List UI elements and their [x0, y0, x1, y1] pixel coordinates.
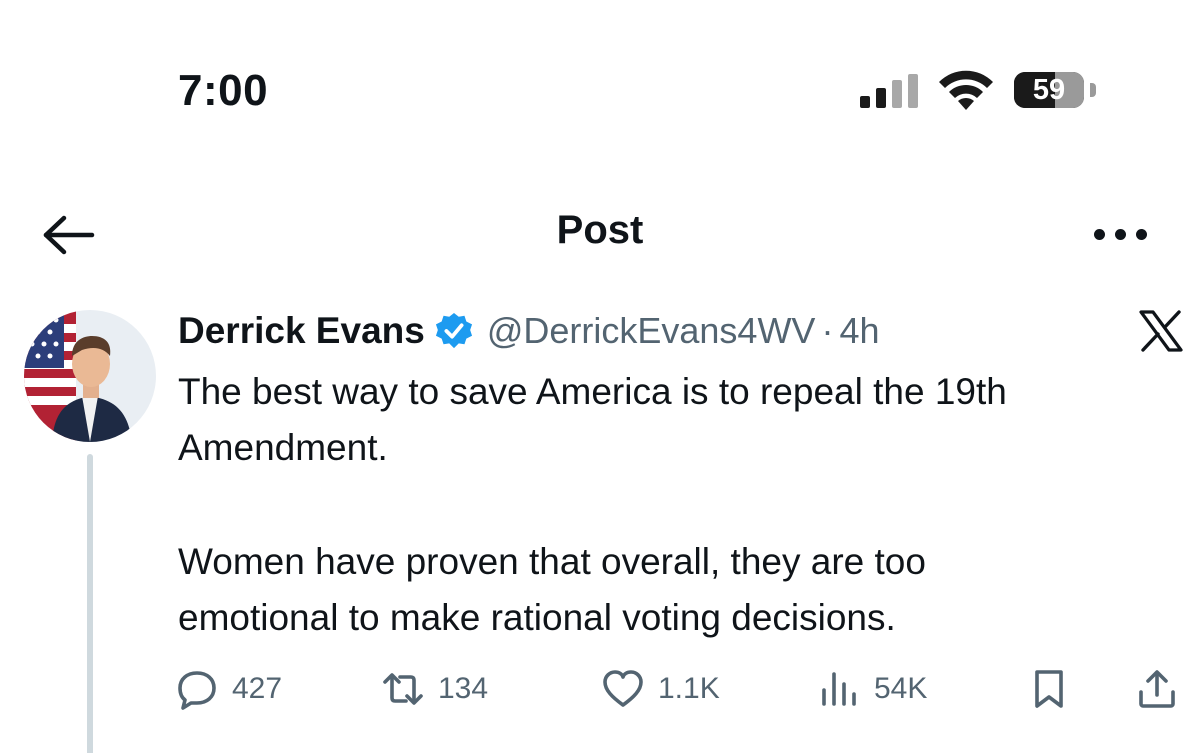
post-text-line: Women have proven that overall, they are… [178, 541, 926, 582]
avatar[interactable] [24, 310, 156, 442]
page-title: Post [556, 208, 644, 252]
cellular-signal-icon [860, 74, 918, 108]
more-dot [1136, 228, 1147, 240]
x-logo-icon [1139, 310, 1183, 352]
repost-icon [383, 673, 423, 705]
verified-badge-icon [435, 312, 472, 349]
post-header: Derrick Evans @DerrickEvans4WV · 4h [178, 306, 879, 356]
more-dot [1094, 228, 1105, 240]
like-icon [603, 670, 643, 707]
bookmark-icon [1035, 670, 1063, 708]
thread-line [87, 454, 93, 753]
battery-level: 59 [1032, 73, 1066, 106]
post-text-line: emotional to make rational voting decisi… [178, 597, 896, 638]
views-count: 54K [874, 672, 928, 705]
like-count: 1.1K [658, 672, 720, 705]
share-icon [1139, 670, 1175, 708]
author-handle[interactable]: @DerrickEvans4WV [487, 310, 816, 352]
more-options-icon[interactable] [1094, 222, 1158, 246]
post-text: The best way to save America is to repea… [178, 364, 1188, 646]
separator-dot: · [821, 310, 834, 351]
status-time: 7:00 [178, 66, 269, 115]
bookmark-button[interactable] [1028, 664, 1070, 714]
more-dot [1115, 228, 1126, 240]
repost-button[interactable]: 134 [382, 664, 488, 714]
views-button[interactable]: 54K [818, 664, 927, 714]
author-display-name[interactable]: Derrick Evans [178, 310, 425, 352]
post-text-line: Amendment. [178, 427, 388, 468]
reply-button[interactable]: 427 [176, 664, 282, 714]
reply-count: 427 [232, 672, 283, 705]
battery-tip [1090, 83, 1096, 97]
battery-icon: 59 [1014, 72, 1084, 108]
share-button[interactable] [1136, 664, 1178, 714]
post-time[interactable]: 4h [839, 310, 879, 352]
wifi-icon [939, 70, 993, 110]
post-text-line: The best way to save America is to repea… [178, 371, 1007, 412]
views-icon [822, 672, 856, 706]
reply-icon [178, 671, 216, 710]
repost-count: 134 [438, 672, 489, 705]
action-bar: 427 134 1.1K 54K [176, 664, 1186, 714]
like-button[interactable]: 1.1K [602, 664, 720, 714]
